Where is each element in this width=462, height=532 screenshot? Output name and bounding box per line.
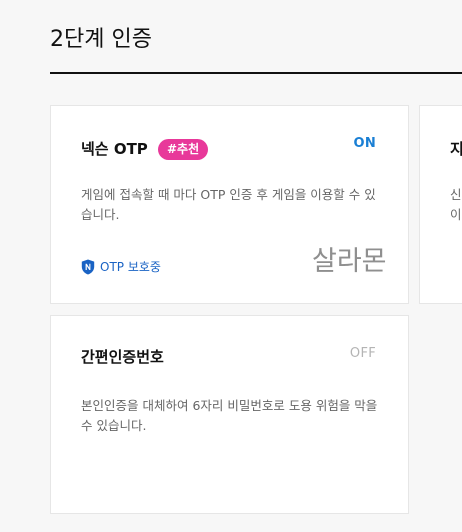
partial-card-line: 신 [450,187,462,202]
otp-protect-link[interactable]: OTP 보호중 [81,257,161,277]
simple-auth-card-description: 본인인증을 대체하여 6자리 비밀번호로 도용 위험을 막을 수 있습니다. [81,398,378,433]
partial-card-title: 지 [450,140,462,158]
otp-status-toggle[interactable]: ON [353,134,376,154]
otp-card-title: 넥슨 OTP [81,140,148,158]
shield-n-icon [81,259,95,275]
page-title: 2단계 인증 [50,27,152,52]
watermark-text: 살라몬 [312,246,387,277]
partial-card: 지 신 이 [419,105,462,304]
recommend-tag: #추천 [158,139,209,160]
partial-card-line: 이 [450,207,462,222]
otp-card-description: 게임에 접속할 때 마다 OTP 인증 후 게임을 이용할 수 있습니다. [81,187,376,222]
otp-protect-label: OTP 보호중 [100,260,161,274]
simple-auth-card-title: 간편인증번호 [81,348,164,366]
simple-auth-status-toggle[interactable]: OFF [350,344,376,364]
title-divider [50,72,462,74]
simple-auth-card: 간편인증번호 OFF 본인인증을 대체하여 6자리 비밀번호로 도용 위험을 막… [50,315,409,514]
otp-card: 넥슨 OTP #추천 ON 게임에 접속할 때 마다 OTP 인증 후 게임을 … [50,105,409,304]
